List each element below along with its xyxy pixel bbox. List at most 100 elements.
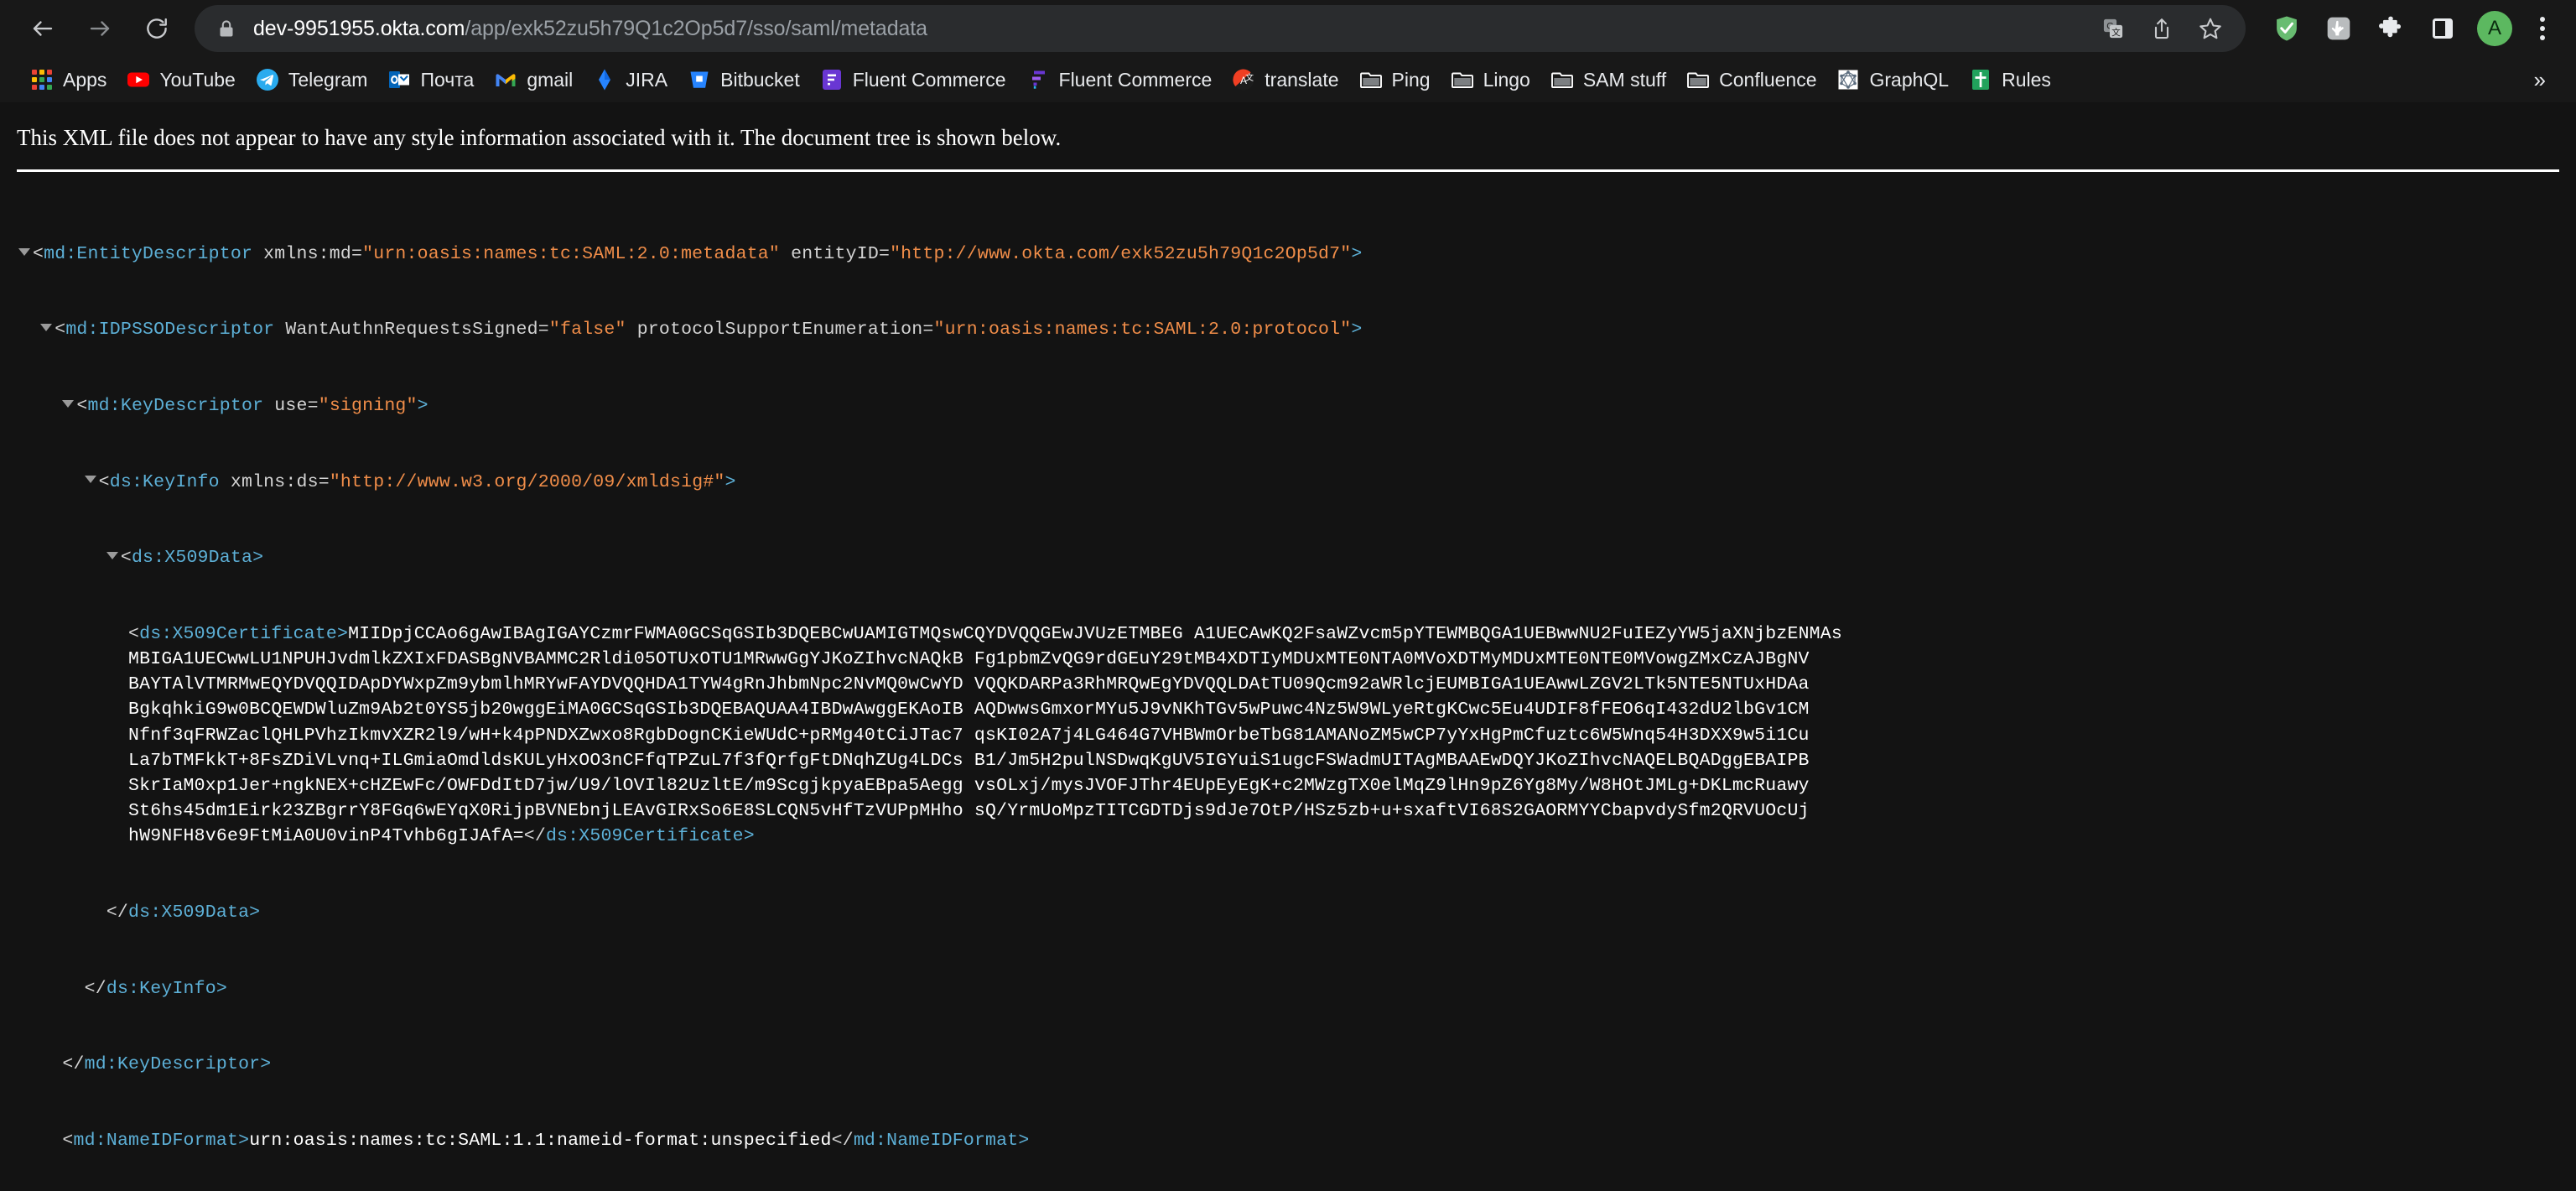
attr-value: http://www.okta.com/exk52zu5h79Q1c2Op5d7 <box>901 243 1341 264</box>
reload-icon <box>147 18 167 39</box>
certificate-line: MBIGA1UECwwLU1NPUHJvdmlkZXIxFDASBgNVBAMM… <box>128 649 1810 670</box>
share-icon[interactable] <box>2140 7 2184 50</box>
folder-icon <box>1686 68 1710 91</box>
bookmark-rules[interactable]: Rules <box>1959 62 2061 97</box>
attr-name: entityID <box>791 243 879 264</box>
attr-name: protocolSupportEnumeration <box>636 320 923 341</box>
collapse-triangle-icon[interactable] <box>84 476 96 484</box>
cursor-extension-icon[interactable] <box>2316 6 2361 51</box>
attr-name: WantAuthnRequestsSigned <box>285 320 538 341</box>
svg-text:文: 文 <box>2111 27 2121 38</box>
bookmark-jira[interactable]: JIRA <box>583 62 678 97</box>
avatar[interactable]: A <box>2472 6 2517 51</box>
collapse-triangle-icon[interactable] <box>62 399 75 408</box>
collapse-triangle-icon[interactable] <box>106 552 118 560</box>
adguard-shield-icon[interactable] <box>2264 6 2309 51</box>
tag-name: ds:KeyInfo <box>109 471 220 492</box>
bookmark-fluent-commerce-1[interactable]: Fluent Commerce <box>810 62 1016 97</box>
bookmark-pochta[interactable]: Почта <box>377 62 484 97</box>
xml-line-x509-certificate: <ds:X509Certificate>MIIDpjCCAo6gAwIBAgIG… <box>128 623 1842 847</box>
back-button[interactable] <box>18 4 67 53</box>
bookmark-star-icon[interactable] <box>2189 7 2232 50</box>
translate-icon[interactable]: G 文 <box>2091 7 2135 50</box>
attr-name: use <box>274 396 308 417</box>
bookmark-label: Bitbucket <box>720 68 800 91</box>
certificate-line: SkrIaM0xp1Jer+ngkNEX+cHZEwFc/OWFDdItD7jw… <box>128 776 1810 797</box>
tag-name: md:NameIDFormat <box>73 1130 239 1151</box>
bookmark-label: Lingo <box>1483 68 1530 91</box>
collapse-triangle-icon[interactable] <box>18 247 30 256</box>
tag-name: ds:X509Certificate <box>139 623 337 644</box>
bookmark-bitbucket[interactable]: Bitbucket <box>678 62 810 97</box>
fluent-commerce-icon <box>820 68 844 91</box>
bookmark-folder-lingo[interactable]: Lingo <box>1441 62 1540 97</box>
back-arrow-icon <box>33 21 53 36</box>
xml-line-x509data-close: </ds:X509Data> <box>106 902 261 923</box>
bookmark-label: Rules <box>2002 68 2051 91</box>
tag-name-close: ds:KeyInfo <box>106 978 216 999</box>
bookmarks-overflow-button[interactable]: » <box>2522 64 2558 96</box>
xml-style-notice: This XML file does not appear to have an… <box>17 125 1062 150</box>
tag-name-close: ds:X509Certificate <box>545 826 744 847</box>
certificate-line: MIIDpjCCAo6gAwIBAgIGAYCzmrFWMA0GCSqGSIb3… <box>348 623 1842 644</box>
tag-name: md:EntityDescriptor <box>44 243 253 264</box>
attr-name: xmlns:md <box>263 243 351 264</box>
bookmark-folder-confluence[interactable]: Confluence <box>1676 62 1826 97</box>
folder-icon <box>1359 68 1383 91</box>
omnibox-actions: G 文 <box>2091 7 2237 50</box>
bookmark-label: translate <box>1265 68 1339 91</box>
bookmark-fluent-commerce-2[interactable]: Fluent Commerce <box>1016 62 1223 97</box>
bookmark-graphql[interactable]: GraphQL <box>1826 62 1959 97</box>
bookmark-label: Fluent Commerce <box>852 68 1006 91</box>
youtube-icon <box>127 68 150 91</box>
certificate-line: Nfnf3qFRWZaclQHLPVhzIkmvXZR2l9/wH+k4pPND… <box>128 725 1810 746</box>
url-path: /app/exk52zu5h79Q1c2Op5d7/sso/saml/metad… <box>465 18 927 39</box>
bookmark-gmail[interactable]: gmail <box>484 62 583 97</box>
certificate-line: hW9NFH8v6e9FtMiA0U0vinP4Tvhb6gIJAfA= <box>128 826 524 847</box>
reload-button[interactable] <box>132 4 181 53</box>
xml-line-key-info-close: </ds:KeyInfo> <box>84 978 227 999</box>
folder-icon <box>1550 68 1574 91</box>
forward-arrow-icon <box>90 21 110 36</box>
xml-line-nameid-format-1: <md:NameIDFormat>urn:oasis:names:tc:SAML… <box>62 1130 1030 1151</box>
bookmark-folder-ping[interactable]: Ping <box>1349 62 1441 97</box>
graphql-icon <box>1836 68 1860 91</box>
xml-line-idpsso-descriptor-open[interactable]: <md:IDPSSODescriptor WantAuthnRequestsSi… <box>18 317 2576 342</box>
tag-name: md:IDPSSODescriptor <box>65 320 275 341</box>
telegram-icon <box>256 68 279 91</box>
bookmark-youtube[interactable]: YouTube <box>117 62 245 97</box>
bookmark-label: Ping <box>1391 68 1431 91</box>
tag-name-close: md:NameIDFormat <box>853 1130 1019 1151</box>
svg-text:文: 文 <box>1245 72 1254 83</box>
xml-line-entity-descriptor-open[interactable]: <md:EntityDescriptor xmlns:md="urn:oasis… <box>18 242 2576 267</box>
tag-name-close: md:KeyDescriptor <box>84 1054 261 1075</box>
bookmark-apps[interactable]: Apps <box>20 62 117 97</box>
address-bar[interactable]: dev-9951955.okta.com/app/exk52zu5h79Q1c2… <box>195 5 2246 52</box>
extensions-puzzle-icon[interactable] <box>2368 6 2413 51</box>
gmail-icon <box>494 68 517 91</box>
bookmark-label: Fluent Commerce <box>1058 68 1213 91</box>
bookmark-label: Telegram <box>288 68 368 91</box>
side-panel-icon[interactable] <box>2420 6 2465 51</box>
collapse-triangle-icon[interactable] <box>40 324 53 332</box>
bookmark-folder-sam-stuff[interactable]: SAM stuff <box>1540 62 1676 97</box>
certificate-line: La7bTMFkkT+8FsZDiVLvnq+ILGmiaOmdldsKULyH… <box>128 750 1810 771</box>
browser-chrome: dev-9951955.okta.com/app/exk52zu5h79Q1c2… <box>0 0 2576 102</box>
forward-button[interactable] <box>75 4 124 53</box>
apps-grid-icon <box>30 68 54 91</box>
xml-line-key-descriptor-open[interactable]: <md:KeyDescriptor use="signing"> <box>18 393 2576 419</box>
attr-value: urn:oasis:names:tc:SAML:2.0:metadata <box>373 243 769 264</box>
attr-value: urn:oasis:names:tc:SAML:2.0:protocol <box>944 320 1341 341</box>
bookmark-telegram[interactable]: Telegram <box>246 62 378 97</box>
bookmark-label: SAM stuff <box>1582 68 1667 91</box>
xml-line-key-info-open[interactable]: <ds:KeyInfo xmlns:ds="http://www.w3.org/… <box>18 470 2576 495</box>
attr-name: xmlns:ds <box>230 471 319 492</box>
bookmark-translate[interactable]: A 文 translate <box>1222 62 1348 97</box>
certificate-line: BgkqhkiG9w0BCQEWDWluZm9Ab2t0YS5jb20wggEi… <box>128 700 1810 720</box>
folder-icon <box>1451 68 1474 91</box>
xml-line-x509data-open[interactable]: <ds:X509Data> <box>18 545 2576 570</box>
chrome-menu-icon[interactable] <box>2524 6 2561 51</box>
rules-icon <box>1969 68 1992 91</box>
url-display[interactable]: dev-9951955.okta.com/app/exk52zu5h79Q1c2… <box>253 18 2091 39</box>
attr-value: false <box>559 320 615 341</box>
